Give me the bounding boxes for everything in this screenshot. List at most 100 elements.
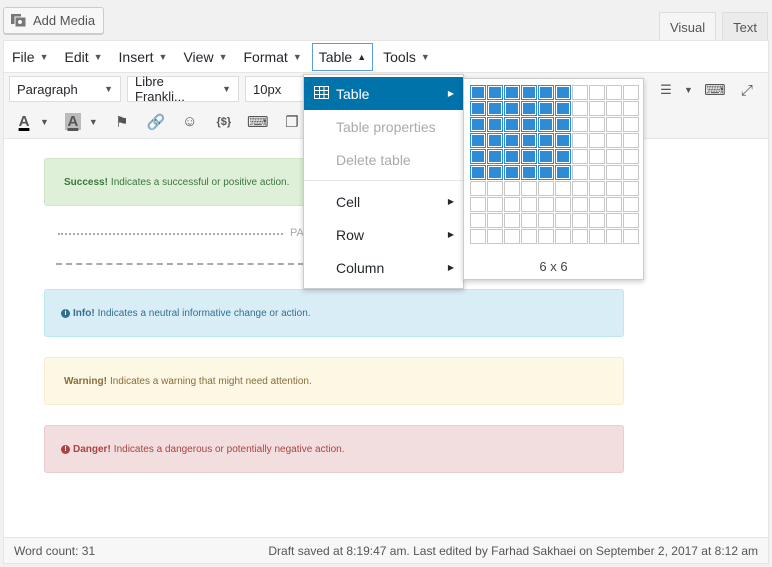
grid-cell[interactable]: [606, 133, 622, 148]
grid-cell[interactable]: [572, 229, 588, 244]
grid-cell[interactable]: [538, 213, 554, 228]
add-media-button[interactable]: Add Media: [3, 7, 105, 34]
keyboard-icon[interactable]: ⌨: [247, 112, 269, 132]
copy-icon[interactable]: ❐: [282, 112, 302, 132]
grid-cell[interactable]: [623, 149, 639, 164]
grid-cell[interactable]: [504, 101, 520, 116]
grid-cell[interactable]: [589, 213, 605, 228]
grid-cell[interactable]: [487, 197, 503, 212]
menu-insert[interactable]: Insert ▼: [113, 44, 174, 70]
grid-cell[interactable]: [572, 85, 588, 100]
grid-cell[interactable]: [470, 133, 486, 148]
flag-icon[interactable]: ⚑: [112, 112, 132, 132]
grid-cell[interactable]: [572, 101, 588, 116]
grid-cell[interactable]: [487, 229, 503, 244]
tab-visual[interactable]: Visual: [658, 12, 717, 41]
fullscreen-icon[interactable]: ⤢: [737, 80, 757, 100]
grid-cell[interactable]: [555, 165, 571, 180]
menu-table[interactable]: Table ▲: [311, 42, 374, 71]
grid-cell[interactable]: [470, 165, 486, 180]
grid-cell[interactable]: [606, 149, 622, 164]
grid-cell[interactable]: [521, 229, 537, 244]
grid-cell[interactable]: [504, 213, 520, 228]
grid-cell[interactable]: [538, 229, 554, 244]
grid-cell[interactable]: [572, 213, 588, 228]
grid-cell[interactable]: [606, 229, 622, 244]
grid-cell[interactable]: [504, 197, 520, 212]
grid-cell[interactable]: [606, 197, 622, 212]
grid-cell[interactable]: [470, 85, 486, 100]
grid-cell[interactable]: [555, 149, 571, 164]
grid-cell[interactable]: [521, 197, 537, 212]
grid-cell[interactable]: [521, 133, 537, 148]
caret-down-icon[interactable]: ▼: [684, 85, 693, 95]
grid-cell[interactable]: [521, 181, 537, 196]
grid-cell[interactable]: [538, 101, 554, 116]
grid-cell[interactable]: [589, 117, 605, 132]
grid-cell[interactable]: [470, 229, 486, 244]
grid-cell[interactable]: [572, 197, 588, 212]
grid-cell[interactable]: [606, 181, 622, 196]
toolbar-toggle-icon[interactable]: ⌨: [704, 80, 726, 100]
grid-cell[interactable]: [538, 133, 554, 148]
grid-cell[interactable]: [504, 149, 520, 164]
text-color-icon[interactable]: A: [14, 112, 34, 132]
grid-cell[interactable]: [572, 133, 588, 148]
grid-cell[interactable]: [623, 133, 639, 148]
grid-cell[interactable]: [555, 229, 571, 244]
grid-cell[interactable]: [589, 165, 605, 180]
grid-cell[interactable]: [555, 133, 571, 148]
menu-edit[interactable]: Edit ▼: [58, 44, 108, 70]
menu-view[interactable]: View ▼: [177, 44, 233, 70]
menu-file[interactable]: File ▼: [6, 44, 54, 70]
grid-cell[interactable]: [487, 165, 503, 180]
menu-tools[interactable]: Tools ▼: [377, 44, 436, 70]
grid-cell[interactable]: [623, 165, 639, 180]
grid-cell[interactable]: [487, 213, 503, 228]
grid-cell[interactable]: [521, 165, 537, 180]
grid-cell[interactable]: [555, 101, 571, 116]
grid-cell[interactable]: [504, 181, 520, 196]
grid-cell[interactable]: [538, 197, 554, 212]
grid-cell[interactable]: [538, 117, 554, 132]
table-menu-column[interactable]: Column ▶: [304, 251, 463, 284]
background-color-icon[interactable]: A: [63, 112, 83, 132]
format-select[interactable]: Paragraph ▼: [9, 76, 121, 102]
grid-cell[interactable]: [521, 149, 537, 164]
grid-cell[interactable]: [521, 85, 537, 100]
grid-cell[interactable]: [623, 85, 639, 100]
grid-cell[interactable]: [589, 85, 605, 100]
grid-cell[interactable]: [504, 85, 520, 100]
grid-cell[interactable]: [589, 181, 605, 196]
grid-cell[interactable]: [589, 133, 605, 148]
numbered-list-icon[interactable]: ☰: [656, 80, 676, 100]
grid-cell[interactable]: [589, 197, 605, 212]
grid-cell[interactable]: [606, 213, 622, 228]
grid-cell[interactable]: [623, 213, 639, 228]
grid-cell[interactable]: [589, 101, 605, 116]
grid-cell[interactable]: [623, 229, 639, 244]
grid-cell[interactable]: [555, 85, 571, 100]
grid-cell[interactable]: [589, 149, 605, 164]
grid-cell[interactable]: [538, 149, 554, 164]
grid-cell[interactable]: [623, 181, 639, 196]
grid-cell[interactable]: [606, 165, 622, 180]
grid-cell[interactable]: [572, 165, 588, 180]
grid-cell[interactable]: [470, 213, 486, 228]
grid-cell[interactable]: [504, 229, 520, 244]
grid-cell[interactable]: [623, 117, 639, 132]
grid-cell[interactable]: [572, 181, 588, 196]
grid-cell[interactable]: [606, 85, 622, 100]
font-select[interactable]: Libre Frankli... ▼: [127, 74, 239, 104]
grid-cell[interactable]: [555, 197, 571, 212]
tab-text[interactable]: Text: [722, 12, 768, 41]
grid-cell[interactable]: [521, 101, 537, 116]
grid-cell[interactable]: [555, 181, 571, 196]
grid-cell[interactable]: [606, 117, 622, 132]
menu-format[interactable]: Format ▼: [237, 44, 307, 70]
grid-cell[interactable]: [606, 101, 622, 116]
grid-cell[interactable]: [589, 229, 605, 244]
grid-cell[interactable]: [623, 101, 639, 116]
grid-cell[interactable]: [487, 85, 503, 100]
grid-cell[interactable]: [504, 133, 520, 148]
